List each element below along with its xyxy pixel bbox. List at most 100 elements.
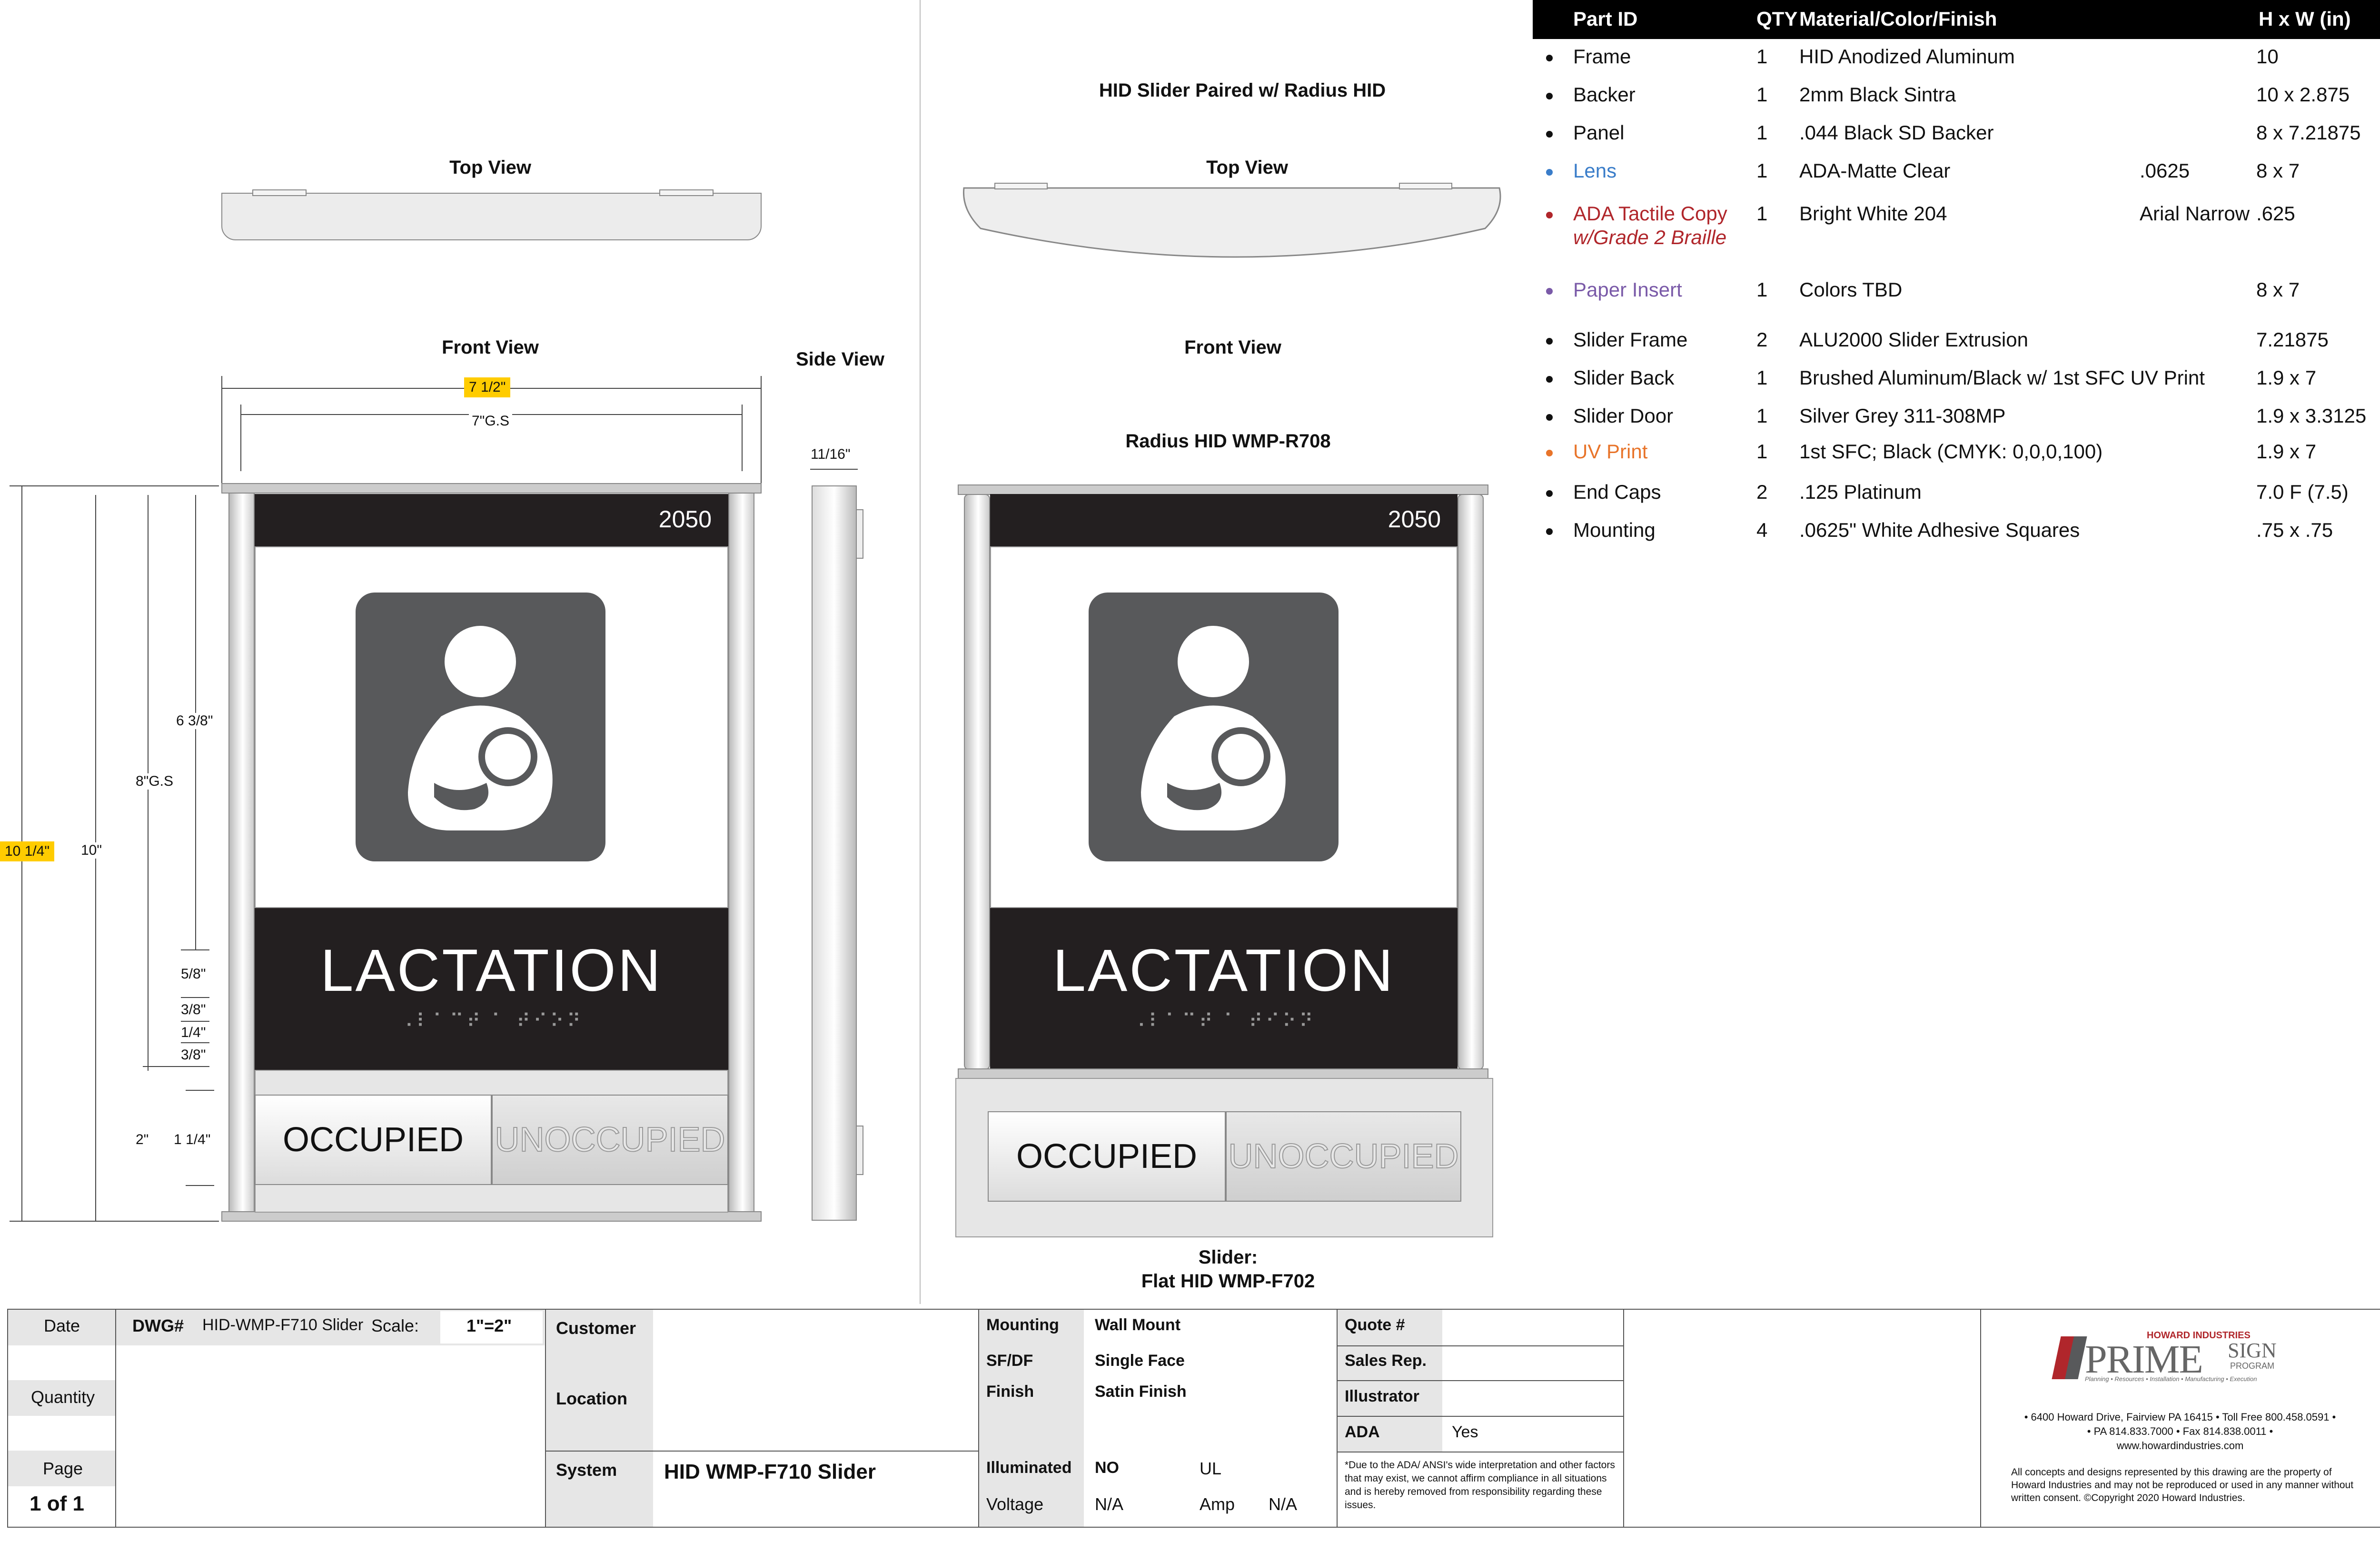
side-depth-label: 11/16" — [811, 446, 851, 462]
left-sign-top-cap — [221, 483, 762, 494]
height-overall-label: 10 1/4" — [0, 841, 55, 861]
occupied-label: OCCUPIED — [282, 1121, 464, 1159]
part-qty: 1 — [1756, 405, 1768, 427]
part-material: ALU2000 Slider Extrusion — [1799, 328, 2028, 351]
sfdf-label: SF/DF — [986, 1352, 1033, 1370]
bullet-icon — [1546, 212, 1553, 218]
part-id: End Caps — [1573, 481, 1661, 503]
quote-label: Quote # — [1345, 1316, 1405, 1334]
dim-ext — [240, 405, 241, 471]
room-number: 2050 — [658, 506, 712, 533]
side-view-shape — [812, 485, 857, 1221]
part-qty: 1 — [1756, 45, 1768, 68]
left-sign-frame-right — [728, 493, 754, 1218]
part-qty: 1 — [1756, 440, 1768, 463]
room-name: LACTATION — [1052, 938, 1395, 1004]
part-qty: 4 — [1756, 519, 1768, 541]
part-id: Mounting — [1573, 519, 1656, 541]
tick — [181, 1042, 209, 1043]
tb-div — [1338, 1416, 1623, 1417]
system-label: System — [556, 1460, 617, 1480]
part-qty: 2 — [1756, 481, 1768, 503]
part-qty: 1 — [1756, 202, 1768, 225]
part-id: ADA Tactile Copy — [1573, 202, 1727, 225]
amp-value: N/A — [1269, 1494, 1298, 1514]
part-id: Slider Back — [1573, 366, 1675, 389]
prime-sign-logo: HOWARD INDUSTRIES PRIME SIGN PROGRAM Pla… — [2047, 1328, 2313, 1385]
page-value: 1 of 1 — [30, 1492, 84, 1515]
finish-label: Finish — [986, 1383, 1034, 1401]
logo-block-icon — [2052, 1336, 2087, 1379]
tick — [143, 1066, 209, 1067]
height-gs-label: 8"G.S — [136, 773, 174, 790]
top-tab-right — [659, 189, 714, 196]
breastfeeding-icon — [408, 626, 553, 830]
bullet-icon — [1546, 93, 1553, 99]
occupied-label: OCCUPIED — [1016, 1137, 1198, 1176]
header-material: Material/Color/Finish — [1799, 8, 1997, 30]
d-5-8-label: 5/8" — [181, 966, 206, 982]
right-pictogram-box — [1089, 593, 1339, 861]
dim-ext — [742, 405, 743, 471]
part-size: 7.0 F (7.5) — [2256, 481, 2349, 503]
part-id: Backer — [1573, 83, 1636, 106]
location-label: Location — [556, 1389, 627, 1408]
date-label: Date — [44, 1316, 80, 1335]
braille-text: ⠠⠇⠁⠉⠞ ⠁ ⠞⠊⠕⠝ — [399, 1011, 584, 1032]
finish-value: Satin Finish — [1095, 1383, 1187, 1401]
part-size: 1.9 x 7 — [2256, 366, 2317, 389]
right-room-number-bar: 2050 — [990, 494, 1458, 546]
part-size: 1.9 x 3.3125 — [2256, 405, 2367, 427]
dwg-value: HID-WMP-F710 Slider — [202, 1316, 364, 1334]
right-name-panel: LACTATION ⠠⠇⠁⠉⠞ ⠁ ⠞⠊⠕⠝ — [990, 908, 1458, 1070]
illuminated-value: NO — [1095, 1459, 1119, 1477]
tick — [181, 1021, 209, 1022]
bullet-icon — [1546, 490, 1553, 497]
right-top-view-shape — [962, 183, 1501, 258]
left-sign-bottom-cap — [221, 1211, 762, 1222]
bullet-icon — [1546, 131, 1553, 138]
part-qty: 1 — [1756, 83, 1768, 106]
tb-div — [546, 1451, 979, 1452]
part-size: 10 — [2256, 45, 2279, 68]
part-qty: 1 — [1756, 366, 1768, 389]
sfdf-value: Single Face — [1095, 1352, 1185, 1370]
right-sign-frame-left — [964, 494, 990, 1070]
part-id: UV Print — [1573, 440, 1648, 463]
illuminated-label: Illuminated — [986, 1459, 1072, 1477]
d-1-1-4-label: 1 1/4" — [174, 1132, 211, 1147]
unoccupied-label: UNOCCUPIED — [1228, 1137, 1459, 1176]
part-size: 7.21875 — [2256, 328, 2329, 351]
part-id-sub: w/Grade 2 Braille — [1573, 226, 1727, 248]
part-qty: 1 — [1756, 121, 1768, 144]
page-label: Page — [43, 1459, 83, 1478]
voltage-value: N/A — [1095, 1494, 1124, 1514]
part-id: Lens — [1573, 159, 1617, 182]
part-size: .75 x .75 — [2256, 519, 2333, 541]
ada-label: ADA — [1345, 1423, 1380, 1441]
d-1-4-label: 1/4" — [181, 1025, 206, 1040]
part-material: ADA-Matte Clear — [1799, 159, 1951, 182]
tick — [181, 997, 209, 998]
left-top-view-shape — [221, 193, 762, 240]
bullet-icon — [1546, 450, 1553, 456]
ada-note: *Due to the ADA/ ANSI's wide interpretat… — [1345, 1460, 1615, 1511]
part-id: Frame — [1573, 45, 1631, 68]
dim-ext — [221, 376, 222, 485]
bullet-icon — [1546, 288, 1553, 295]
room-name: LACTATION — [320, 938, 663, 1004]
left-front-view-title: Front View — [442, 337, 539, 358]
bullet-icon — [1546, 55, 1553, 61]
scale-label: Scale: — [371, 1316, 419, 1335]
tick — [10, 1221, 219, 1222]
tick — [186, 1185, 214, 1186]
part-material: 2mm Black Sintra — [1799, 83, 1956, 106]
left-top-view-title: Top View — [449, 157, 531, 178]
center-divider — [920, 0, 921, 1304]
dim-line-side — [810, 469, 858, 470]
bullet-icon — [1546, 528, 1553, 535]
right-occupied-door: OCCUPIED — [988, 1111, 1226, 1202]
right-sign-bottom-cap — [958, 1068, 1488, 1079]
part-id: Paper Insert — [1573, 278, 1682, 301]
part-size: 8 x 7.21875 — [2256, 121, 2361, 144]
